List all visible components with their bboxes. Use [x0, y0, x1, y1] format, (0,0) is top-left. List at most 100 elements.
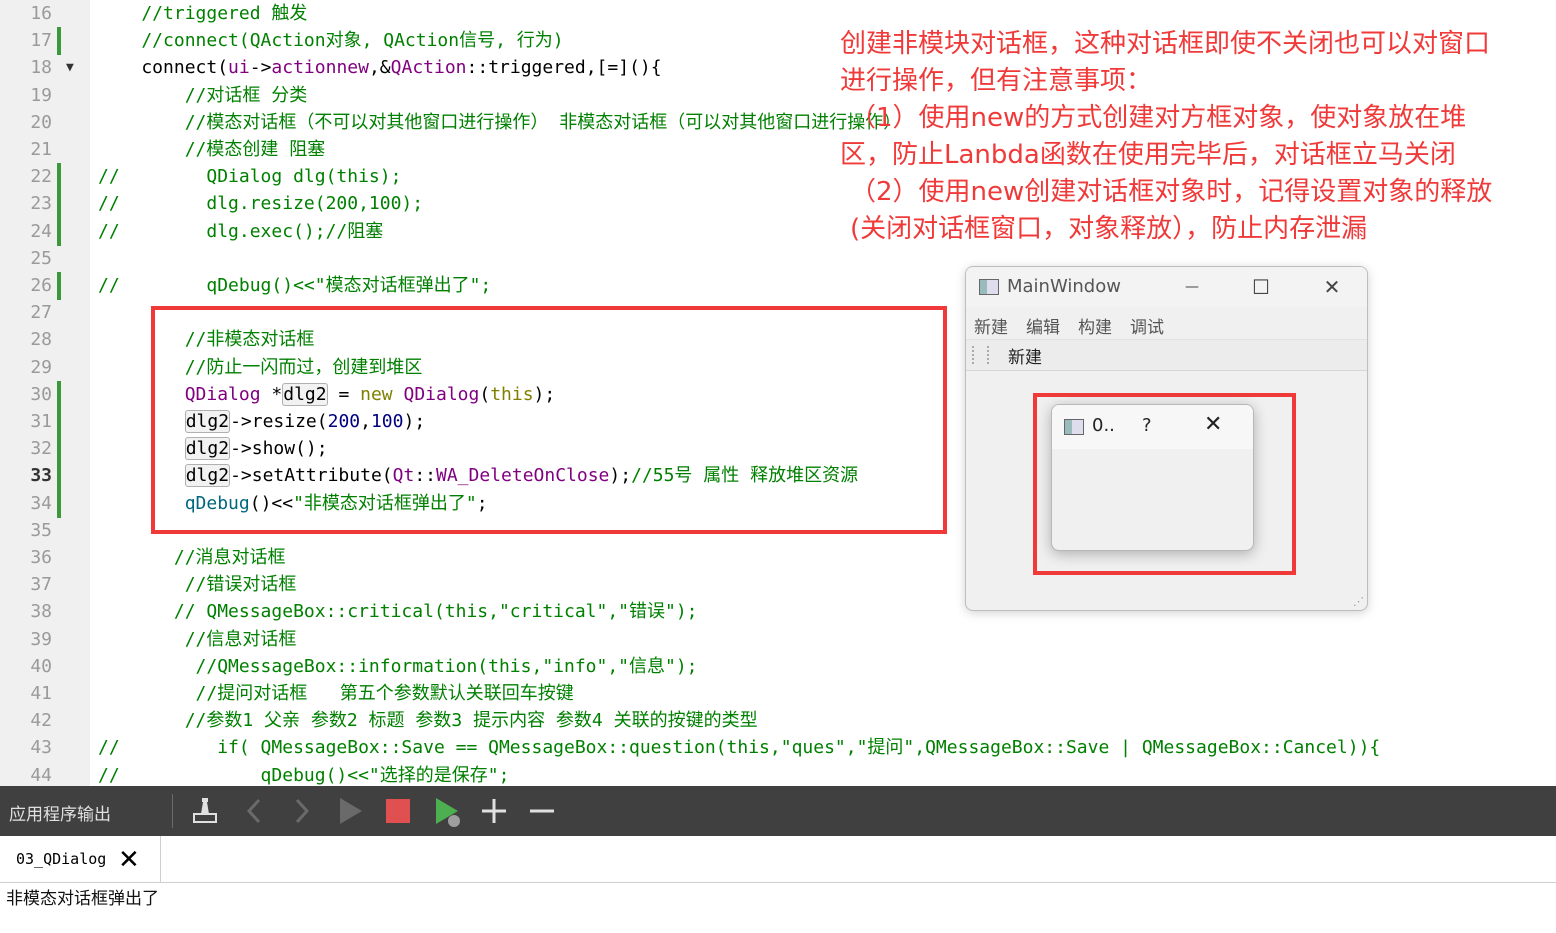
output-tabs: 03_QDialog ✕ — [0, 836, 1556, 883]
code-token: connect( — [98, 57, 229, 79]
code-token: //triggered 触发 — [98, 3, 308, 24]
change-marker — [57, 190, 61, 219]
output-pane-title: 应用程序输出 — [9, 805, 111, 825]
code-text: //对话框 分类 — [98, 82, 308, 110]
change-marker — [57, 462, 61, 491]
mainwindow-title: MainWindow — [1007, 276, 1121, 297]
code-token: // dlg.exec();//阻塞 — [98, 220, 384, 242]
annotation-line: 创建非模块对话框，这种对话框即使不关闭也可以对窗口 — [840, 29, 1491, 59]
dialog-close-icon[interactable]: ✕ — [1204, 412, 1222, 437]
code-text: //QMessageBox::information(this,"info","… — [98, 653, 698, 681]
line-number: 22 — [30, 166, 52, 188]
line-number: 27 — [30, 302, 52, 324]
stop-icon[interactable] — [381, 794, 415, 828]
modeless-dialog[interactable]: 0.. ? ✕ — [1051, 404, 1254, 551]
code-line[interactable]: 41 //提问对话框 第五个参数默认关联回车按键 — [0, 680, 1556, 708]
toolbar-grip[interactable] — [972, 346, 976, 364]
code-text: //模态对话框（不可以对其他窗口进行操作） 非模态对话框（可以对其他窗口进行操作… — [98, 109, 902, 137]
code-text: // QDialog dlg(this); — [98, 163, 401, 191]
menu-new[interactable]: 新建 — [974, 313, 1008, 338]
code-text: // dlg.exec();//阻塞 — [98, 218, 383, 246]
run-icon[interactable] — [333, 794, 367, 828]
code-text: //消息对话框 — [98, 544, 286, 572]
code-text: //参数1 父亲 参数2 标题 参数3 提示内容 参数4 关联的按键的类型 — [98, 707, 758, 735]
line-number: 29 — [30, 356, 52, 378]
dialog-app-icon — [1064, 419, 1084, 435]
code-text: //triggered 触发 — [98, 0, 307, 28]
app-icon — [979, 279, 999, 295]
line-number: 16 — [30, 3, 52, 24]
code-text: //提问对话框 第五个参数默认关联回车按键 — [98, 680, 574, 708]
toolbar-grip[interactable] — [987, 346, 991, 364]
change-marker — [57, 380, 61, 409]
change-marker — [57, 272, 61, 300]
code-token: //提问对话框 第五个参数默认关联回车按键 — [98, 683, 574, 704]
close-icon[interactable]: ✕ — [1314, 273, 1350, 301]
toolbar: 新建 — [966, 339, 1367, 371]
resize-grip-icon[interactable]: ⋰ — [1353, 595, 1364, 608]
tab-close-icon[interactable]: ✕ — [118, 845, 140, 875]
line-number: 28 — [30, 329, 52, 351]
line-number: 32 — [30, 438, 52, 460]
code-token: actionnew — [271, 57, 369, 79]
annotation-line: 进行操作，但有注意事项： — [840, 66, 1153, 96]
code-token: //QMessageBox::information(this,"info","… — [98, 655, 698, 677]
add-icon[interactable] — [477, 794, 511, 828]
line-number: 30 — [30, 383, 52, 405]
code-token: //模态创建 阻塞 — [98, 139, 326, 160]
code-line[interactable]: 40 //QMessageBox::information(this,"info… — [0, 653, 1556, 681]
line-number: 37 — [30, 574, 52, 596]
change-marker — [57, 408, 61, 436]
fold-arrow-icon[interactable]: ▼ — [66, 54, 74, 82]
previous-icon[interactable] — [238, 794, 272, 828]
annotation-note: 创建非模块对话框，这种对话框即使不关闭也可以对窗口 进行操作，但有注意事项： （… — [840, 26, 1552, 248]
clear-output-icon[interactable] — [188, 794, 222, 828]
code-token: //信息对话框 — [98, 628, 297, 650]
code-token: // dlg.resize(200,100); — [98, 193, 424, 215]
line-number: 31 — [30, 411, 52, 432]
remove-icon[interactable] — [525, 794, 559, 828]
code-line[interactable]: 16 //triggered 触发 — [0, 0, 1556, 28]
line-number: 44 — [30, 764, 52, 786]
code-line[interactable]: 43 // if( QMessageBox::Save == QMessageBo… — [0, 734, 1556, 762]
menu-debug[interactable]: 调试 — [1130, 313, 1164, 338]
dialog-titlebar[interactable]: 0.. ? ✕ — [1052, 405, 1253, 449]
menu-edit[interactable]: 编辑 — [1026, 313, 1060, 338]
code-token: // QDialog dlg(this); — [98, 166, 402, 188]
code-token: // qDebug()<<"模态对话框弹出了"; — [98, 275, 492, 296]
code-line[interactable]: 42 //参数1 父亲 参数2 标题 参数3 提示内容 参数4 关联的按键的类型 — [0, 707, 1556, 735]
code-text: //模态创建 阻塞 — [98, 136, 326, 164]
code-text: // QMessageBox::critical(this,"critical"… — [98, 598, 698, 626]
menu-build[interactable]: 构建 — [1078, 313, 1112, 338]
help-icon[interactable]: ? — [1142, 415, 1152, 436]
code-text: //信息对话框 — [98, 626, 297, 654]
line-number: 41 — [30, 683, 52, 704]
code-token: //connect(QAction对象, QAction信号, 行为) — [98, 30, 564, 52]
line-number: 23 — [30, 193, 52, 215]
toolbar-new-action[interactable]: 新建 — [1008, 343, 1042, 368]
annotation-line: （2）使用new创建对话框对象时，记得设置对象的释放 — [850, 177, 1493, 207]
line-number: 43 — [30, 737, 52, 759]
annotation-line: 区，防止Lanbda函数在使用完毕后，对话框立马关闭 — [840, 140, 1456, 170]
application-output-text: 非模态对话框弹出了 — [6, 889, 159, 909]
code-line[interactable]: 39 //信息对话框 — [0, 626, 1556, 654]
code-token: ::triggered,[=](){ — [466, 57, 662, 79]
next-icon[interactable] — [284, 794, 318, 828]
line-number: 39 — [30, 628, 52, 650]
mainwindow-titlebar[interactable]: MainWindow — ☐ ✕ — [966, 267, 1367, 307]
minimize-icon[interactable]: — — [1174, 273, 1210, 301]
toolbar-separator — [172, 794, 173, 828]
tab-03-qdialog[interactable]: 03_QDialog ✕ — [0, 836, 161, 882]
line-number: 40 — [30, 655, 52, 677]
code-token: //模态对话框（不可以对其他窗口进行操作） 非模态对话框（可以对其他窗口进行操作… — [98, 111, 902, 133]
code-line[interactable]: 44 // qDebug()<<"选择的是保存"; — [0, 762, 1556, 786]
maximize-icon[interactable]: ☐ — [1243, 273, 1279, 301]
code-token: //消息对话框 — [98, 547, 286, 568]
code-token: // if( QMessageBox::Save == QMessageBox:… — [98, 737, 1381, 759]
code-token: ui — [228, 57, 250, 79]
line-number: 21 — [30, 139, 52, 160]
code-token: //参数1 父亲 参数2 标题 参数3 提示内容 参数4 关联的按键的类型 — [98, 710, 758, 732]
line-number: 24 — [30, 220, 52, 242]
debug-run-icon[interactable] — [430, 794, 464, 828]
menubar: 新建 编辑 构建 调试 — [966, 311, 1367, 339]
